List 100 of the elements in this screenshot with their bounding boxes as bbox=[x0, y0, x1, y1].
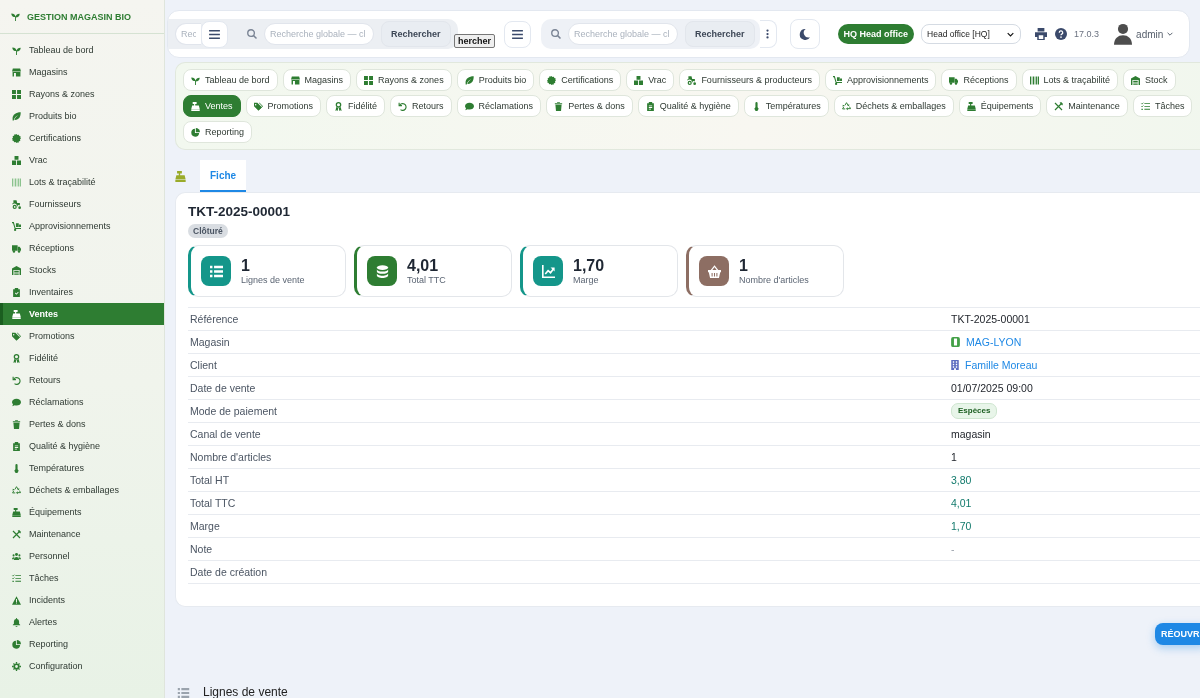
stat-label: Lignes de vente bbox=[241, 274, 305, 286]
client-link[interactable]: Famille Moreau bbox=[951, 359, 1038, 371]
sidebar-item[interactable]: Fidélité bbox=[0, 347, 164, 369]
checklist-icon bbox=[1140, 101, 1150, 111]
cash-register-icon bbox=[966, 101, 976, 111]
module-nav-button[interactable]: Lots & traçabilité bbox=[1021, 69, 1119, 91]
sidebar-item[interactable]: Équipements bbox=[0, 501, 164, 523]
module-nav-button[interactable]: Fournisseurs & producteurs bbox=[679, 69, 820, 91]
field-label: Marge bbox=[189, 520, 220, 532]
sidebar-item[interactable]: Vrac bbox=[0, 149, 164, 171]
clipboard-icon bbox=[12, 441, 21, 451]
sidebar-item[interactable]: Retours bbox=[0, 369, 164, 391]
sidebar-item[interactable]: Températures bbox=[0, 457, 164, 479]
warehouse-icon bbox=[12, 265, 21, 275]
module-nav-button[interactable]: Températures bbox=[743, 95, 829, 117]
search-button[interactable]: Rechercher bbox=[381, 21, 451, 47]
search-field[interactable]: Rec bbox=[175, 23, 201, 45]
sidebar-item[interactable]: Approvisionnements bbox=[0, 215, 164, 237]
sidebar-item[interactable]: Alertes bbox=[0, 611, 164, 633]
module-nav-button[interactable]: Produits bio bbox=[456, 69, 535, 91]
field-label: Canal de vente bbox=[189, 428, 261, 440]
field-label: Mode de paiement bbox=[189, 405, 277, 417]
user-menu[interactable]: admin bbox=[1136, 28, 1174, 40]
sidebar-item[interactable]: Certifications bbox=[0, 127, 164, 149]
module-nav-button[interactable]: Maintenance bbox=[1046, 95, 1128, 117]
app-title: GESTION MAGASIN BIO bbox=[27, 11, 131, 22]
module-nav-button[interactable]: Réceptions bbox=[941, 69, 1017, 91]
menu-icon bbox=[512, 29, 524, 39]
sidebar-item[interactable]: Incidents bbox=[0, 589, 164, 611]
action-button[interactable]: RÉOUVR bbox=[1155, 623, 1200, 645]
menu-button[interactable] bbox=[201, 20, 228, 48]
field-label: Date de création bbox=[189, 566, 268, 578]
store-icon bbox=[290, 75, 300, 85]
help-icon[interactable] bbox=[1055, 28, 1068, 40]
bell-icon bbox=[12, 617, 21, 627]
version-label: 17.0.3 bbox=[1074, 29, 1100, 39]
boxes-icon bbox=[12, 155, 21, 165]
cash-register-icon bbox=[12, 507, 21, 517]
printer-icon[interactable] bbox=[1035, 28, 1048, 40]
field-label: Nombre d'articles bbox=[189, 451, 272, 463]
tools-icon bbox=[12, 529, 21, 539]
stat-value: 1 bbox=[241, 256, 251, 275]
search-field[interactable]: Recherche globale — cl bbox=[264, 23, 374, 45]
module-nav-button[interactable]: Ventes bbox=[183, 95, 241, 117]
sidebar-item[interactable]: Maintenance bbox=[0, 523, 164, 545]
sidebar-item[interactable]: Lots & traçabilité bbox=[0, 171, 164, 193]
leaf-icon bbox=[464, 75, 474, 85]
module-nav-button[interactable]: Pertes & dons bbox=[546, 95, 633, 117]
sidebar-item[interactable]: Rayons & zones bbox=[0, 83, 164, 105]
stat-label: Total TTC bbox=[407, 274, 446, 286]
module-nav-button[interactable]: Certifications bbox=[539, 69, 622, 91]
sidebar-item[interactable]: Promotions bbox=[0, 325, 164, 347]
search-field[interactable]: Recherche globale — cl bbox=[568, 23, 679, 45]
module-nav-button[interactable]: Promotions bbox=[245, 95, 322, 117]
sidebar-item[interactable]: Fournisseurs bbox=[0, 193, 164, 215]
office-select[interactable]: Head office [HQ] bbox=[921, 24, 1022, 44]
sidebar-item[interactable]: Déchets & emballages bbox=[0, 479, 164, 501]
sidebar-item[interactable]: Reporting bbox=[0, 633, 164, 655]
hand-truck-icon bbox=[12, 221, 21, 231]
module-nav-button[interactable]: Stock bbox=[1123, 69, 1176, 91]
module-nav-button[interactable]: Tableau de bord bbox=[183, 69, 278, 91]
sidebar-item[interactable]: Tâches bbox=[0, 567, 164, 589]
sidebar-item[interactable]: Ventes bbox=[0, 303, 164, 325]
users-icon bbox=[12, 551, 21, 561]
sidebar-item[interactable]: Stocks bbox=[0, 259, 164, 281]
leaf-icon bbox=[12, 111, 21, 121]
sidebar-item[interactable]: Réceptions bbox=[0, 237, 164, 259]
tab[interactable]: Fiche bbox=[200, 160, 247, 192]
thermometer-icon bbox=[12, 463, 21, 473]
sidebar-item[interactable]: Pertes & dons bbox=[0, 413, 164, 435]
module-nav-button[interactable]: Rayons & zones bbox=[356, 69, 452, 91]
module-nav-button[interactable]: Réclamations bbox=[456, 95, 542, 117]
store-link[interactable]: MAG-LYON bbox=[951, 336, 1022, 348]
search-button[interactable]: Rechercher bbox=[685, 21, 755, 47]
module-nav-button[interactable]: Tâches bbox=[1132, 95, 1193, 117]
module-nav-button[interactable]: Reporting bbox=[183, 121, 253, 143]
module-nav-button[interactable]: Magasins bbox=[282, 69, 352, 91]
sidebar-item[interactable]: Tableau de bord bbox=[0, 39, 164, 61]
chevron-down-icon bbox=[1007, 31, 1015, 37]
module-nav-button[interactable]: Qualité & hygiène bbox=[637, 95, 739, 117]
theme-button[interactable] bbox=[789, 19, 820, 49]
office-badge: HQ Head office bbox=[837, 24, 915, 44]
menu-button[interactable] bbox=[504, 20, 532, 48]
field-value: 4,01 bbox=[951, 497, 972, 509]
sidebar-item[interactable]: Inventaires bbox=[0, 281, 164, 303]
boxes-icon bbox=[634, 75, 644, 85]
module-nav-button[interactable]: Déchets & emballages bbox=[833, 95, 954, 117]
sprout-icon bbox=[12, 45, 21, 55]
sidebar-item[interactable]: Qualité & hygiène bbox=[0, 435, 164, 457]
sidebar-item[interactable]: Réclamations bbox=[0, 391, 164, 413]
sidebar-item[interactable]: Magasins bbox=[0, 61, 164, 83]
sidebar-item[interactable]: Produits bio bbox=[0, 105, 164, 127]
search-button[interactable]: hercher bbox=[454, 34, 496, 48]
module-nav-button[interactable]: Fidélité bbox=[326, 95, 386, 117]
sidebar-item[interactable]: Configuration bbox=[0, 655, 164, 677]
module-nav-button[interactable]: Retours bbox=[390, 95, 452, 117]
module-nav-button[interactable]: Vrac bbox=[626, 69, 675, 91]
module-nav-button[interactable]: Approvisionnements bbox=[824, 69, 937, 91]
module-nav-button[interactable]: Équipements bbox=[958, 95, 1042, 117]
sidebar-item[interactable]: Personnel bbox=[0, 545, 164, 567]
